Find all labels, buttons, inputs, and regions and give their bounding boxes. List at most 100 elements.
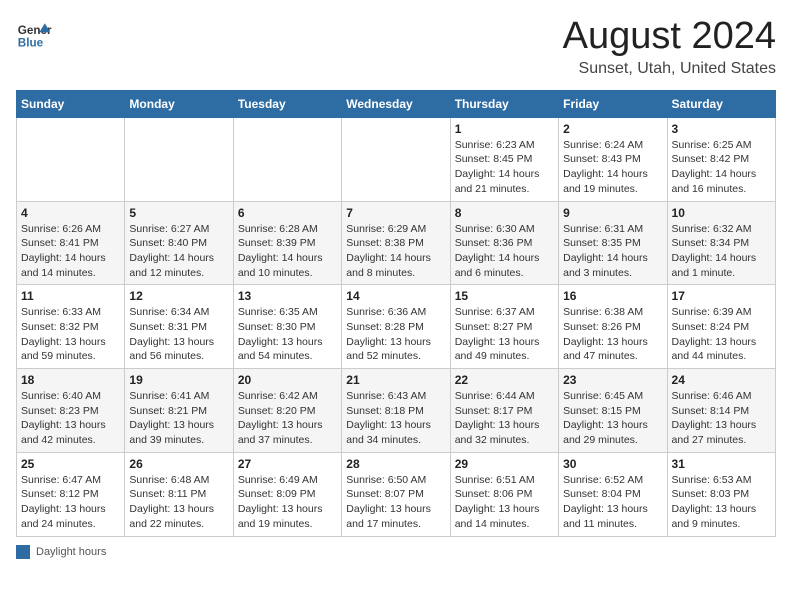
title-block: August 2024 Sunset, Utah, United States (563, 16, 776, 78)
svg-text:Blue: Blue (18, 37, 44, 50)
calendar-cell: 24Sunrise: 6:46 AM Sunset: 8:14 PM Dayli… (667, 369, 775, 453)
day-info: Sunrise: 6:23 AM Sunset: 8:45 PM Dayligh… (455, 138, 554, 197)
day-number: 10 (672, 206, 771, 220)
day-info: Sunrise: 6:36 AM Sunset: 8:28 PM Dayligh… (346, 305, 445, 364)
calendar-cell: 23Sunrise: 6:45 AM Sunset: 8:15 PM Dayli… (559, 369, 667, 453)
day-number: 6 (238, 206, 337, 220)
day-number: 22 (455, 373, 554, 387)
day-number: 18 (21, 373, 120, 387)
calendar-cell (125, 117, 233, 201)
calendar-cell: 26 Sunrise: 6:48 AM Sunset: 8:11 PM Dayli… (125, 452, 233, 536)
day-number: 8 (455, 206, 554, 220)
calendar-cell: 31 Sunrise: 6:53 AM Sunset: 8:03 PM Dayli… (667, 452, 775, 536)
calendar-cell: 15 Sunrise: 6:37 AM Sunset: 8:27 PM Dayli… (450, 285, 558, 369)
calendar-cell: 11 Sunrise: 6:33 AM Sunset: 8:32 PM Dayli… (17, 285, 125, 369)
calendar-cell: 10Sunrise: 6:32 AM Sunset: 8:34 PM Dayli… (667, 201, 775, 285)
day-number: 20 (238, 373, 337, 387)
day-number: 9 (563, 206, 662, 220)
calendar-cell: 8Sunrise: 6:30 AM Sunset: 8:36 PM Daylig… (450, 201, 558, 285)
day-info: Sunrise: 6:51 AM Sunset: 8:06 PM Dayligh… (455, 473, 554, 532)
calendar-cell (17, 117, 125, 201)
calendar-cell: 20Sunrise: 6:42 AM Sunset: 8:20 PM Dayli… (233, 369, 341, 453)
day-number: 11 (21, 289, 120, 303)
day-info: Sunrise: 6:33 AM Sunset: 8:32 PM Dayligh… (21, 305, 120, 364)
day-number: 16 (563, 289, 662, 303)
day-number: 31 (672, 457, 771, 471)
page-header: General Blue August 2024 Sunset, Utah, U… (16, 16, 776, 78)
calendar-table: SundayMondayTuesdayWednesdayThursdayFrid… (16, 90, 776, 537)
day-number: 5 (129, 206, 228, 220)
day-info: Sunrise: 6:40 AM Sunset: 8:23 PM Dayligh… (21, 389, 120, 448)
calendar-cell: 9 Sunrise: 6:31 AM Sunset: 8:35 PM Daylig… (559, 201, 667, 285)
calendar-title: August 2024 (563, 16, 776, 58)
day-info: Sunrise: 6:37 AM Sunset: 8:27 PM Dayligh… (455, 305, 554, 364)
weekday-header-saturday: Saturday (667, 90, 775, 117)
calendar-cell: 1Sunrise: 6:23 AM Sunset: 8:45 PM Daylig… (450, 117, 558, 201)
day-number: 25 (21, 457, 120, 471)
calendar-cell: 21 Sunrise: 6:43 AM Sunset: 8:18 PM Dayli… (342, 369, 450, 453)
day-info: Sunrise: 6:52 AM Sunset: 8:04 PM Dayligh… (563, 473, 662, 532)
calendar-cell: 6 Sunrise: 6:28 AM Sunset: 8:39 PM Daylig… (233, 201, 341, 285)
day-info: Sunrise: 6:34 AM Sunset: 8:31 PM Dayligh… (129, 305, 228, 364)
day-info: Sunrise: 6:26 AM Sunset: 8:41 PM Dayligh… (21, 222, 120, 281)
weekday-header-thursday: Thursday (450, 90, 558, 117)
calendar-subtitle: Sunset, Utah, United States (563, 60, 776, 78)
day-info: Sunrise: 6:44 AM Sunset: 8:17 PM Dayligh… (455, 389, 554, 448)
calendar-cell: 3 Sunrise: 6:25 AM Sunset: 8:42 PM Daylig… (667, 117, 775, 201)
day-number: 2 (563, 122, 662, 136)
day-number: 19 (129, 373, 228, 387)
day-number: 28 (346, 457, 445, 471)
calendar-week-4: 18 Sunrise: 6:40 AM Sunset: 8:23 PM Dayli… (17, 369, 776, 453)
day-info: Sunrise: 6:29 AM Sunset: 8:38 PM Dayligh… (346, 222, 445, 281)
day-info: Sunrise: 6:24 AM Sunset: 8:43 PM Dayligh… (563, 138, 662, 197)
day-info: Sunrise: 6:53 AM Sunset: 8:03 PM Dayligh… (672, 473, 771, 532)
day-info: Sunrise: 6:49 AM Sunset: 8:09 PM Dayligh… (238, 473, 337, 532)
calendar-week-5: 25 Sunrise: 6:47 AM Sunset: 8:12 PM Dayli… (17, 452, 776, 536)
calendar-week-2: 4 Sunrise: 6:26 AM Sunset: 8:41 PM Daylig… (17, 201, 776, 285)
day-number: 15 (455, 289, 554, 303)
logo-icon: General Blue (16, 16, 52, 52)
calendar-cell (233, 117, 341, 201)
day-info: Sunrise: 6:31 AM Sunset: 8:35 PM Dayligh… (563, 222, 662, 281)
day-info: Sunrise: 6:45 AM Sunset: 8:15 PM Dayligh… (563, 389, 662, 448)
day-info: Sunrise: 6:39 AM Sunset: 8:24 PM Dayligh… (672, 305, 771, 364)
logo: General Blue (16, 16, 52, 52)
weekday-header-monday: Monday (125, 90, 233, 117)
day-info: Sunrise: 6:47 AM Sunset: 8:12 PM Dayligh… (21, 473, 120, 532)
day-number: 30 (563, 457, 662, 471)
calendar-cell: 13Sunrise: 6:35 AM Sunset: 8:30 PM Dayli… (233, 285, 341, 369)
weekday-header-friday: Friday (559, 90, 667, 117)
calendar-week-3: 11 Sunrise: 6:33 AM Sunset: 8:32 PM Dayli… (17, 285, 776, 369)
calendar-cell: 2 Sunrise: 6:24 AM Sunset: 8:43 PM Daylig… (559, 117, 667, 201)
day-number: 21 (346, 373, 445, 387)
calendar-cell: 12Sunrise: 6:34 AM Sunset: 8:31 PM Dayli… (125, 285, 233, 369)
calendar-cell: 25 Sunrise: 6:47 AM Sunset: 8:12 PM Dayli… (17, 452, 125, 536)
day-info: Sunrise: 6:28 AM Sunset: 8:39 PM Dayligh… (238, 222, 337, 281)
calendar-cell: 17 Sunrise: 6:39 AM Sunset: 8:24 PM Dayli… (667, 285, 775, 369)
calendar-cell: 7Sunrise: 6:29 AM Sunset: 8:38 PM Daylig… (342, 201, 450, 285)
day-info: Sunrise: 6:48 AM Sunset: 8:11 PM Dayligh… (129, 473, 228, 532)
day-info: Sunrise: 6:27 AM Sunset: 8:40 PM Dayligh… (129, 222, 228, 281)
legend-box (16, 545, 30, 559)
weekday-header-row: SundayMondayTuesdayWednesdayThursdayFrid… (17, 90, 776, 117)
day-number: 29 (455, 457, 554, 471)
day-number: 26 (129, 457, 228, 471)
day-number: 17 (672, 289, 771, 303)
day-number: 14 (346, 289, 445, 303)
day-info: Sunrise: 6:46 AM Sunset: 8:14 PM Dayligh… (672, 389, 771, 448)
calendar-cell: 18 Sunrise: 6:40 AM Sunset: 8:23 PM Dayli… (17, 369, 125, 453)
day-info: Sunrise: 6:41 AM Sunset: 8:21 PM Dayligh… (129, 389, 228, 448)
calendar-cell: 19 Sunrise: 6:41 AM Sunset: 8:21 PM Dayli… (125, 369, 233, 453)
calendar-cell: 30 Sunrise: 6:52 AM Sunset: 8:04 PM Dayli… (559, 452, 667, 536)
calendar-week-1: 1Sunrise: 6:23 AM Sunset: 8:45 PM Daylig… (17, 117, 776, 201)
calendar-cell: 28Sunrise: 6:50 AM Sunset: 8:07 PM Dayli… (342, 452, 450, 536)
weekday-header-tuesday: Tuesday (233, 90, 341, 117)
day-info: Sunrise: 6:25 AM Sunset: 8:42 PM Dayligh… (672, 138, 771, 197)
weekday-header-sunday: Sunday (17, 90, 125, 117)
day-number: 4 (21, 206, 120, 220)
calendar-cell: 16Sunrise: 6:38 AM Sunset: 8:26 PM Dayli… (559, 285, 667, 369)
day-info: Sunrise: 6:43 AM Sunset: 8:18 PM Dayligh… (346, 389, 445, 448)
day-info: Sunrise: 6:35 AM Sunset: 8:30 PM Dayligh… (238, 305, 337, 364)
weekday-header-wednesday: Wednesday (342, 90, 450, 117)
day-number: 3 (672, 122, 771, 136)
